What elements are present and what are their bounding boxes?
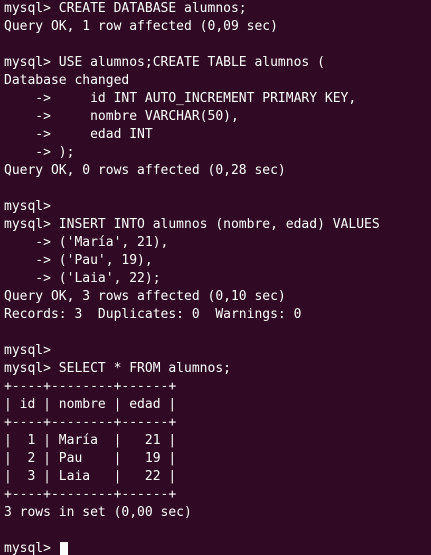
prompt-text: mysql>	[4, 541, 59, 555]
terminal-line: Query OK, 3 rows affected (0,10 sec)	[4, 289, 286, 304]
table-border: +----+--------+------+	[4, 487, 177, 502]
terminal-line: 3 rows in set (0,00 sec)	[4, 505, 192, 520]
table-row: | 3 | Laia | 22 |	[4, 469, 177, 484]
terminal-line: -> id INT AUTO_INCREMENT PRIMARY KEY,	[4, 91, 357, 106]
terminal-line: Records: 3 Duplicates: 0 Warnings: 0	[4, 307, 302, 322]
terminal-line: Database changed	[4, 73, 130, 88]
terminal-line: mysql> USE alumnos;CREATE TABLE alumnos …	[4, 55, 325, 70]
text-cursor	[59, 541, 68, 555]
terminal-line: Query OK, 0 rows affected (0,28 sec)	[4, 163, 286, 178]
terminal-line: -> nombre VARCHAR(50),	[4, 109, 239, 124]
terminal-line: mysql> SELECT * FROM alumnos;	[4, 361, 231, 376]
table-row: | 2 | Pau | 19 |	[4, 451, 177, 466]
terminal-line: mysql>	[4, 343, 51, 358]
table-border: +----+--------+------+	[4, 379, 177, 394]
terminal-line: -> ('Laia', 22);	[4, 271, 161, 286]
terminal-window[interactable]: mysql> CREATE DATABASE alumnos; Query OK…	[0, 0, 431, 555]
terminal-line: mysql> INSERT INTO alumnos (nombre, edad…	[4, 217, 380, 232]
table-row: | 1 | María | 21 |	[4, 433, 177, 448]
terminal-line: -> edad INT	[4, 127, 153, 142]
terminal-line: -> );	[4, 145, 75, 160]
terminal-line: -> ('Pau', 19),	[4, 253, 153, 268]
active-prompt-line[interactable]: mysql>	[4, 540, 427, 555]
terminal-line: -> ('María', 21),	[4, 235, 169, 250]
terminal-line: Query OK, 1 row affected (0,09 sec)	[4, 19, 278, 34]
terminal-line: mysql>	[4, 199, 51, 214]
table-header: | id | nombre | edad |	[4, 397, 177, 412]
table-border: +----+--------+------+	[4, 415, 177, 430]
terminal-line: mysql> CREATE DATABASE alumnos;	[4, 1, 247, 16]
